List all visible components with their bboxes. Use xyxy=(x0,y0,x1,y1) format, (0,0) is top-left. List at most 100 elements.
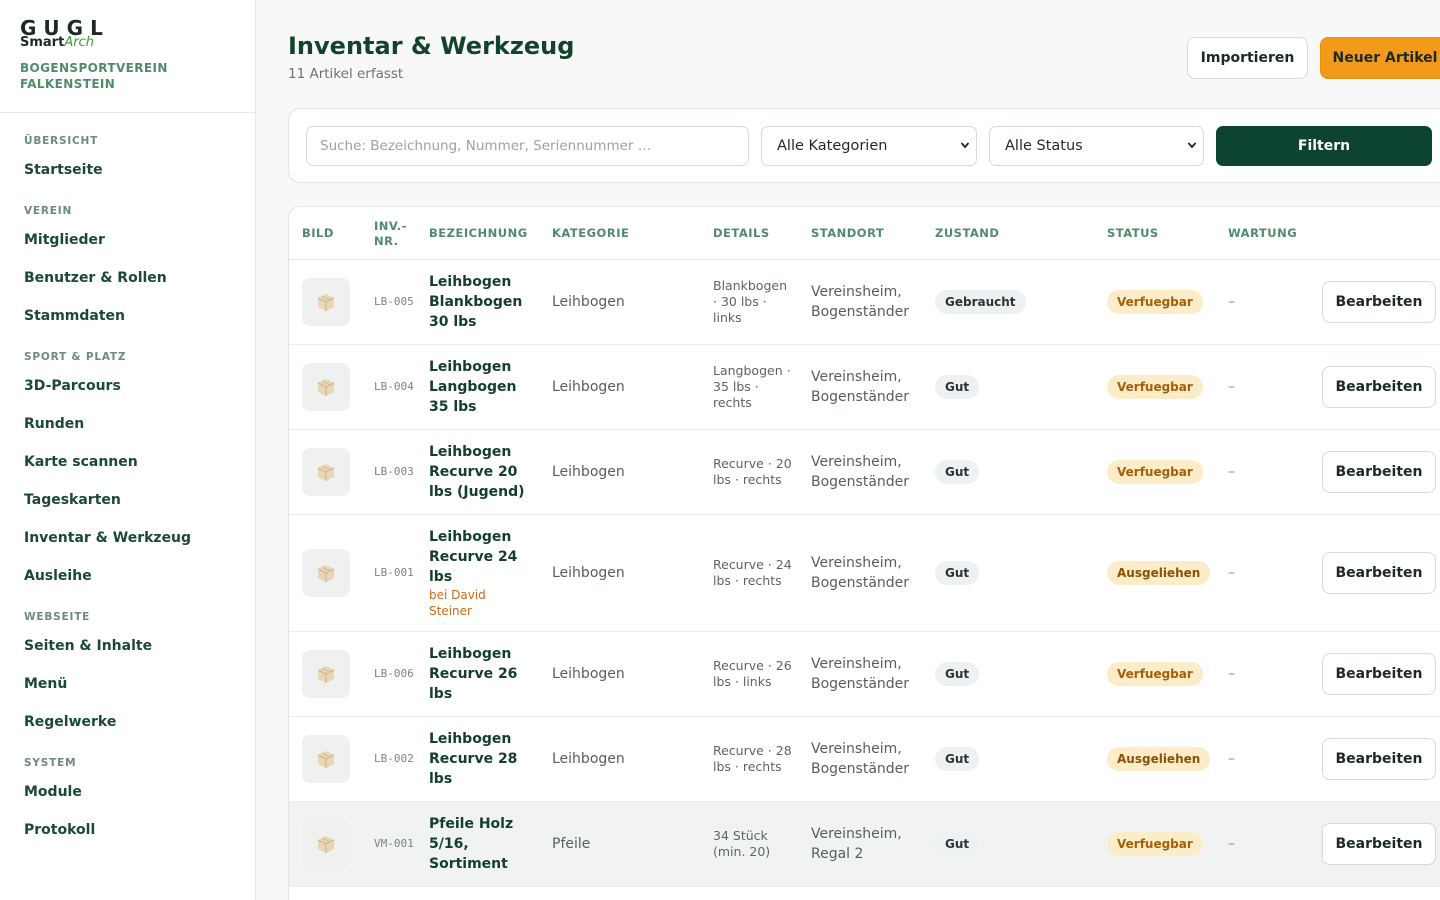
name-cell: Leihbogen Recurve 26 lbs xyxy=(429,632,537,716)
table-row[interactable]: LB-004 Leihbogen Langbogen 35 lbs Leihboge… xyxy=(289,345,1440,430)
image-cell xyxy=(302,632,350,716)
column-header-zustand[interactable]: ZUSTAND xyxy=(935,207,999,260)
actions-cell: Bearbeiten xyxy=(1322,802,1436,886)
item-thumbnail[interactable] xyxy=(302,650,350,698)
item-thumbnail[interactable] xyxy=(302,448,350,496)
actions-cell: Bearbeiten xyxy=(1322,717,1436,801)
sidebar-item-karte-scannen[interactable]: Karte scannen xyxy=(0,443,255,481)
sidebar-item-module[interactable]: Module xyxy=(0,773,255,811)
inventory-number: LB-005 xyxy=(374,295,414,308)
sidebar-item-tageskarten[interactable]: Tageskarten xyxy=(0,481,255,519)
nav-section-verein: VEREIN xyxy=(24,205,73,217)
app-logo[interactable]: GUGL SmartArch xyxy=(20,18,130,50)
new-item-button[interactable]: Neuer Artikel xyxy=(1320,37,1440,79)
item-name[interactable]: Leihbogen Recurve 24 lbs xyxy=(429,527,537,587)
status-badge: Verfuegbar xyxy=(1107,290,1203,314)
item-details: Recurve · 20 lbs · rechts xyxy=(713,456,792,487)
column-header-invnr[interactable]: INV.-NR. xyxy=(374,207,414,260)
status-select-value: Alle Status xyxy=(1005,138,1083,154)
nav-section-webseite: WEBSEITE xyxy=(24,611,91,623)
item-thumbnail[interactable] xyxy=(302,735,350,783)
import-button[interactable]: Importieren xyxy=(1187,37,1308,79)
status-badge: Verfuegbar xyxy=(1107,662,1203,686)
table-row[interactable]: LB-002 Leihbogen Recurve 28 lbs Leihbogen R… xyxy=(289,717,1440,802)
column-header-status[interactable]: STATUS xyxy=(1107,207,1159,260)
item-name[interactable]: Leihbogen Langbogen 35 lbs xyxy=(429,357,537,417)
search-input[interactable]: Suche: Bezeichnung, Nummer, Seriennummer… xyxy=(306,126,749,166)
sidebar-item-protokoll[interactable]: Protokoll xyxy=(0,811,255,849)
table-row[interactable]: LB-001 Leihbogen Recurve 24 lbs bei David … xyxy=(289,515,1440,632)
edit-button[interactable]: Bearbeiten xyxy=(1322,281,1436,323)
sidebar-item-inventar[interactable]: Inventar & Werkzeug xyxy=(0,519,255,557)
sidebar-item-ausleihe[interactable]: Ausleihe xyxy=(0,557,255,595)
item-name[interactable]: Pfeile Holz 5/16, Sortiment xyxy=(429,814,537,874)
item-details: Recurve · 24 lbs · rechts xyxy=(713,557,792,588)
item-location: Vereinsheim, Bogenständer xyxy=(811,555,910,591)
main-content: Inventar & Werkzeug 11 Artikel erfasst I… xyxy=(256,0,1440,900)
sidebar-item-menue[interactable]: Menü xyxy=(0,665,255,703)
package-icon xyxy=(316,462,336,482)
maintenance-cell: – xyxy=(1228,717,1235,801)
actions-cell: Bearbeiten xyxy=(1322,260,1436,344)
image-cell xyxy=(302,802,350,886)
item-location: Vereinsheim, Bogenständer xyxy=(811,656,910,692)
condition-cell: Gebraucht xyxy=(935,260,1026,344)
edit-button[interactable]: Bearbeiten xyxy=(1322,823,1436,865)
brand-area: GUGL SmartArch BOGENSPORTVEREIN FALKENST… xyxy=(0,0,255,113)
inventory-number: LB-003 xyxy=(374,465,414,478)
sidebar-item-seiten-inhalte[interactable]: Seiten & Inhalte xyxy=(0,627,255,665)
edit-button[interactable]: Bearbeiten xyxy=(1322,552,1436,594)
maintenance-cell: – xyxy=(1228,430,1235,514)
sidebar-item-3d-parcours[interactable]: 3D-Parcours xyxy=(0,367,255,405)
edit-button[interactable]: Bearbeiten xyxy=(1322,451,1436,493)
condition-badge: Gut xyxy=(935,832,980,856)
item-thumbnail[interactable] xyxy=(302,549,350,597)
sidebar-item-stammdaten[interactable]: Stammdaten xyxy=(0,297,255,335)
table-row[interactable]: LB-006 Leihbogen Recurve 26 lbs Leihbogen R… xyxy=(289,632,1440,717)
item-thumbnail[interactable] xyxy=(302,278,350,326)
column-header-details[interactable]: DETAILS xyxy=(713,207,770,260)
item-name[interactable]: Leihbogen Blankbogen 30 lbs xyxy=(429,272,537,332)
sidebar-item-runden[interactable]: Runden xyxy=(0,405,255,443)
column-header-wartung[interactable]: WARTUNG xyxy=(1228,207,1297,260)
table-row[interactable]: VM-001 Pfeile Holz 5/16, Sortiment Pfeile 3… xyxy=(289,802,1440,887)
status-cell: Ausgeliehen xyxy=(1107,515,1211,631)
chevron-down-icon xyxy=(960,142,970,149)
sidebar-item-startseite[interactable]: Startseite xyxy=(0,151,255,189)
status-badge: Ausgeliehen xyxy=(1107,561,1211,585)
item-thumbnail[interactable] xyxy=(302,820,350,868)
edit-button[interactable]: Bearbeiten xyxy=(1322,738,1436,780)
column-header-bild[interactable]: BILD xyxy=(302,207,334,260)
item-name[interactable]: Leihbogen Recurve 26 lbs xyxy=(429,644,537,704)
condition-badge: Gebraucht xyxy=(935,290,1026,314)
item-name[interactable]: Leihbogen Recurve 28 lbs xyxy=(429,729,537,789)
name-cell: Pfeile Holz 5/16, Sortiment xyxy=(429,802,537,886)
maintenance-value: – xyxy=(1228,836,1235,852)
column-header-standort[interactable]: STANDORT xyxy=(811,207,884,260)
details-cell: 34 Stück (min. 20) xyxy=(713,802,793,886)
condition-cell: Gut xyxy=(935,632,980,716)
sidebar-item-regelwerke[interactable]: Regelwerke xyxy=(0,703,255,741)
image-cell xyxy=(302,345,350,429)
edit-button[interactable]: Bearbeiten xyxy=(1322,366,1436,408)
location-cell: Vereinsheim, Bogenständer xyxy=(811,717,923,801)
column-header-kategorie[interactable]: KATEGORIE xyxy=(552,207,629,260)
filter-button[interactable]: Filtern xyxy=(1216,126,1432,166)
edit-button[interactable]: Bearbeiten xyxy=(1322,653,1436,695)
table-row[interactable]: LB-003 Leihbogen Recurve 20 lbs (Jugend) L… xyxy=(289,430,1440,515)
item-location: Vereinsheim, Bogenständer xyxy=(811,741,910,777)
item-details: 34 Stück (min. 20) xyxy=(713,828,771,859)
sidebar-item-mitglieder[interactable]: Mitglieder xyxy=(0,221,255,259)
logo-arch-text: Arch xyxy=(64,35,94,50)
package-icon xyxy=(316,664,336,684)
name-cell: Leihbogen Langbogen 35 lbs xyxy=(429,345,537,429)
column-header-bezeichnung[interactable]: BEZEICHNUNG xyxy=(429,207,528,260)
condition-cell: Gut xyxy=(935,515,980,631)
item-name[interactable]: Leihbogen Recurve 20 lbs (Jugend) xyxy=(429,442,537,502)
category-select[interactable]: Alle Kategorien xyxy=(761,126,977,166)
sidebar-item-benutzer-rollen[interactable]: Benutzer & Rollen xyxy=(0,259,255,297)
name-cell: Leihbogen Blankbogen 30 lbs xyxy=(429,260,537,344)
item-thumbnail[interactable] xyxy=(302,363,350,411)
status-select[interactable]: Alle Status xyxy=(989,126,1204,166)
table-row[interactable]: LB-005 Leihbogen Blankbogen 30 lbs Leihbog… xyxy=(289,260,1440,345)
